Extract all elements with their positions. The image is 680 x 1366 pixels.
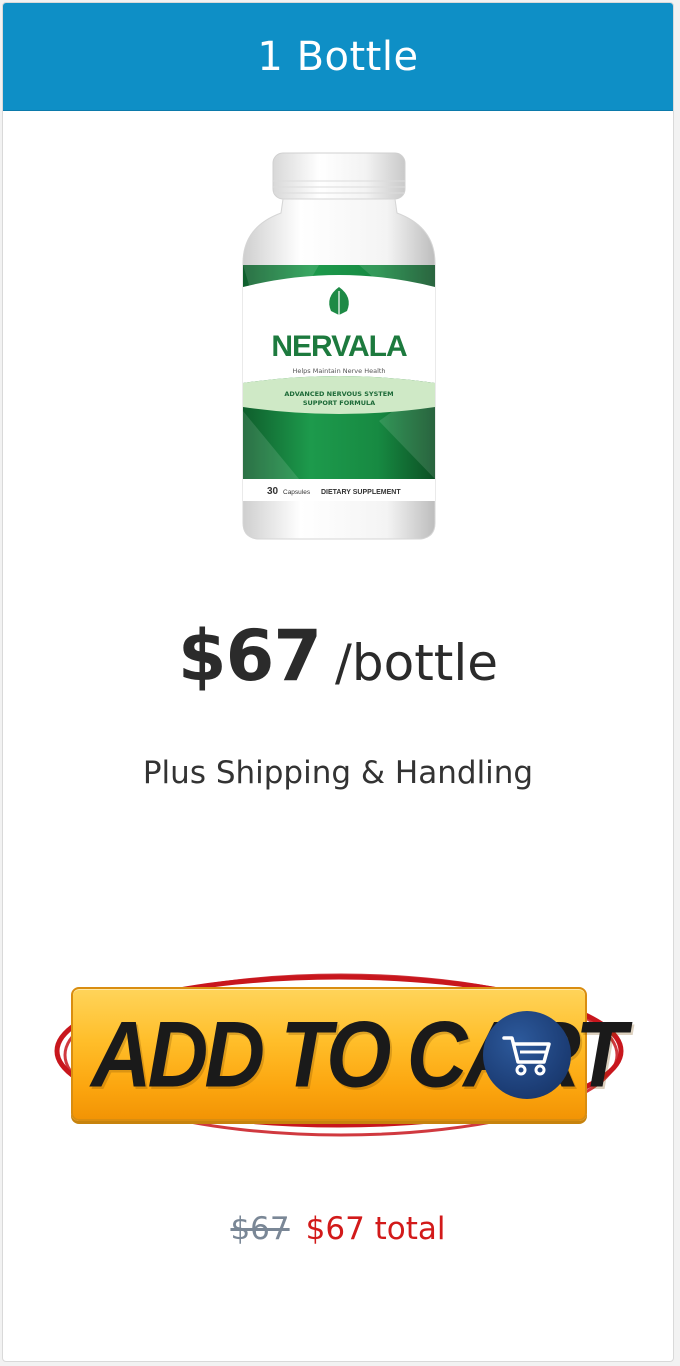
price-line: $67/bottle <box>3 615 673 697</box>
price-amount: $67 <box>177 615 322 697</box>
add-to-cart-button[interactable]: ADD TO CART <box>71 987 627 1121</box>
svg-text:Capsules: Capsules <box>283 489 311 496</box>
product-bottle-image: NERVALA Helps Maintain Nerve Health ADVA… <box>242 152 436 540</box>
pricing-card: 1 Bottle NERVALA Helps Maintain Nerve He… <box>2 2 674 1362</box>
svg-text:Helps Maintain Nerve Health: Helps Maintain Nerve Health <box>292 367 385 375</box>
total-line: $67 $67 total <box>3 1211 673 1247</box>
shipping-note: Plus Shipping & Handling <box>142 755 534 791</box>
card-header: 1 Bottle <box>3 3 673 111</box>
old-price: $67 <box>230 1211 290 1247</box>
add-to-cart-area: ADD TO CART <box>49 965 629 1145</box>
svg-text:DIETARY SUPPLEMENT: DIETARY SUPPLEMENT <box>321 489 401 496</box>
price-unit: /bottle <box>335 634 499 692</box>
svg-text:NERVALA: NERVALA <box>271 330 407 363</box>
total-price: $67 total <box>305 1211 446 1247</box>
svg-text:ADVANCED NERVOUS SYSTEM: ADVANCED NERVOUS SYSTEM <box>284 390 393 398</box>
shopping-cart-icon <box>483 1011 571 1099</box>
svg-text:30: 30 <box>267 486 279 497</box>
svg-text:SUPPORT FORMULA: SUPPORT FORMULA <box>303 399 375 407</box>
package-title: 1 Bottle <box>257 33 419 80</box>
